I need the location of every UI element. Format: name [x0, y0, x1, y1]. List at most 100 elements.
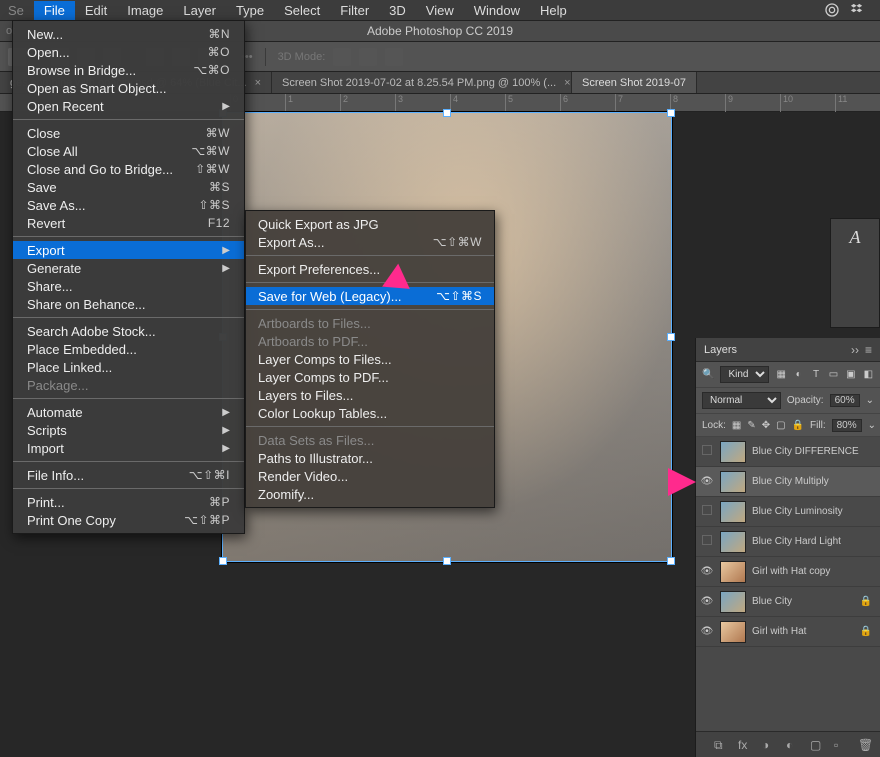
- menu-filter[interactable]: Filter: [330, 1, 379, 20]
- menu-layer[interactable]: Layer: [173, 1, 226, 20]
- layer-row[interactable]: Blue City Hard Light: [696, 527, 880, 557]
- opacity-value[interactable]: 60%: [830, 394, 860, 407]
- menu-item-new[interactable]: New...⌘N: [13, 25, 244, 43]
- layer-thumbnail[interactable]: [720, 561, 746, 583]
- doc-tab-2[interactable]: Screen Shot 2019-07: [572, 72, 697, 93]
- menu-item-print-one-copy[interactable]: Print One Copy⌥⇧⌘P: [13, 511, 244, 529]
- menu-item-open[interactable]: Open...⌘O: [13, 43, 244, 61]
- layer-visibility-icon[interactable]: 👁: [700, 566, 714, 577]
- chevron-down-icon[interactable]: ⌄: [868, 420, 876, 431]
- menu-select[interactable]: Select: [274, 1, 330, 20]
- menu-file[interactable]: File: [34, 1, 75, 20]
- layer-row[interactable]: Blue City Luminosity: [696, 497, 880, 527]
- menu-item-share[interactable]: Share...: [13, 277, 244, 295]
- menu-window[interactable]: Window: [464, 1, 530, 20]
- menu-item-scripts[interactable]: Scripts▶: [13, 421, 244, 439]
- layer-thumbnail[interactable]: [720, 531, 746, 553]
- filter-type-icon[interactable]: T: [810, 368, 821, 382]
- cc-cloud-icon[interactable]: [824, 2, 840, 18]
- transform-handle[interactable]: [443, 109, 451, 117]
- layer-visibility-icon[interactable]: [700, 535, 714, 548]
- layer-name[interactable]: Blue City Luminosity: [752, 506, 843, 517]
- layer-row[interactable]: 👁Girl with Hat🔒: [696, 617, 880, 647]
- menu-image[interactable]: Image: [117, 1, 173, 20]
- layer-name[interactable]: Blue City DIFFERENCE: [752, 446, 859, 457]
- menu-item-close-all[interactable]: Close All⌥⌘W: [13, 142, 244, 160]
- menu-item-place-embedded[interactable]: Place Embedded...: [13, 340, 244, 358]
- chevron-down-icon[interactable]: ⌄: [866, 395, 874, 406]
- transform-handle[interactable]: [219, 557, 227, 565]
- layer-group-icon[interactable]: ▢: [810, 738, 824, 752]
- submenu-item-layer-comps-to-files[interactable]: Layer Comps to Files...: [246, 350, 494, 368]
- layer-visibility-icon[interactable]: 👁: [700, 596, 714, 607]
- menu-item-save[interactable]: Save⌘S: [13, 178, 244, 196]
- menu-help[interactable]: Help: [530, 1, 577, 20]
- layer-visibility-icon[interactable]: 👁: [700, 476, 714, 487]
- filter-toggle-icon[interactable]: ◧: [863, 368, 874, 382]
- panel-menu-icon[interactable]: ≡: [865, 344, 872, 356]
- layer-name[interactable]: Blue City: [752, 596, 792, 607]
- layer-row[interactable]: Blue City DIFFERENCE: [696, 437, 880, 467]
- menu-item-save-as[interactable]: Save As...⇧⌘S: [13, 196, 244, 214]
- submenu-item-export-as[interactable]: Export As...⌥⇧⌘W: [246, 233, 494, 251]
- submenu-item-layers-to-files[interactable]: Layers to Files...: [246, 386, 494, 404]
- 3d-icon-3[interactable]: [385, 48, 403, 66]
- menu-item-open-as-smart-object[interactable]: Open as Smart Object...: [13, 79, 244, 97]
- transform-handle[interactable]: [667, 557, 675, 565]
- layer-mask-icon[interactable]: ◑: [762, 738, 776, 752]
- submenu-item-layer-comps-to-pdf[interactable]: Layer Comps to PDF...: [246, 368, 494, 386]
- layer-thumbnail[interactable]: [720, 471, 746, 493]
- delete-layer-icon[interactable]: 🗑: [858, 738, 872, 752]
- fill-value[interactable]: 80%: [832, 419, 862, 432]
- filter-pixel-icon[interactable]: ▦: [775, 368, 786, 382]
- layer-row[interactable]: 👁Girl with Hat copy: [696, 557, 880, 587]
- menu-3d[interactable]: 3D: [379, 1, 416, 20]
- menu-item-import[interactable]: Import▶: [13, 439, 244, 457]
- 3d-icon-2[interactable]: [359, 48, 377, 66]
- layer-name[interactable]: Blue City Multiply: [752, 476, 829, 487]
- menu-edit[interactable]: Edit: [75, 1, 117, 20]
- menu-item-export[interactable]: Export▶: [13, 241, 244, 259]
- lock-artboard-icon[interactable]: ▢: [776, 418, 785, 432]
- adjustment-layer-icon[interactable]: ◐: [786, 738, 800, 752]
- 3d-icon-1[interactable]: [333, 48, 351, 66]
- layer-name[interactable]: Girl with Hat: [752, 626, 806, 637]
- layer-visibility-icon[interactable]: [700, 505, 714, 518]
- menu-item-file-info[interactable]: File Info...⌥⇧⌘I: [13, 466, 244, 484]
- link-layers-icon[interactable]: ⧉: [714, 738, 728, 752]
- filter-shape-icon[interactable]: ▭: [828, 368, 839, 382]
- layer-thumbnail[interactable]: [720, 591, 746, 613]
- menu-item-open-recent[interactable]: Open Recent▶: [13, 97, 244, 115]
- layer-fx-icon[interactable]: fx: [738, 738, 752, 752]
- menu-item-revert[interactable]: RevertF12: [13, 214, 244, 232]
- dropbox-icon[interactable]: [850, 2, 866, 18]
- character-panel-tab[interactable]: A: [830, 218, 880, 328]
- menu-item-automate[interactable]: Automate▶: [13, 403, 244, 421]
- doc-tab-1[interactable]: Screen Shot 2019-07-02 at 8.25.54 PM.png…: [272, 72, 572, 93]
- filter-kind-select[interactable]: Kind: [720, 366, 769, 383]
- submenu-item-quick-export-as-jpg[interactable]: Quick Export as JPG: [246, 215, 494, 233]
- menu-item-place-linked[interactable]: Place Linked...: [13, 358, 244, 376]
- layer-thumbnail[interactable]: [720, 501, 746, 523]
- menu-type[interactable]: Type: [226, 1, 274, 20]
- menu-item-close[interactable]: Close⌘W: [13, 124, 244, 142]
- menu-item-generate[interactable]: Generate▶: [13, 259, 244, 277]
- menu-view[interactable]: View: [416, 1, 464, 20]
- lock-move-icon[interactable]: ✥: [762, 418, 770, 432]
- close-icon[interactable]: ×: [255, 77, 261, 89]
- layers-tab[interactable]: Layers: [704, 344, 737, 356]
- menu-item-search-adobe-stock[interactable]: Search Adobe Stock...: [13, 322, 244, 340]
- new-layer-icon[interactable]: ▫: [834, 738, 848, 752]
- layer-name[interactable]: Blue City Hard Light: [752, 536, 841, 547]
- blend-mode-select[interactable]: Normal: [702, 392, 781, 409]
- lock-transparent-icon[interactable]: ▦: [732, 418, 741, 432]
- layer-row[interactable]: 👁Blue City🔒: [696, 587, 880, 617]
- submenu-item-paths-to-illustrator[interactable]: Paths to Illustrator...: [246, 449, 494, 467]
- lock-brush-icon[interactable]: ✎: [747, 418, 755, 432]
- menu-item-close-and-go-to-bridge[interactable]: Close and Go to Bridge...⇧⌘W: [13, 160, 244, 178]
- lock-all-icon[interactable]: 🔒: [792, 418, 804, 432]
- submenu-item-export-preferences[interactable]: Export Preferences...: [246, 260, 494, 278]
- layer-row[interactable]: 👁 Blue City Multiply: [696, 467, 880, 497]
- layer-visibility-icon[interactable]: 👁: [700, 626, 714, 637]
- filter-adjust-icon[interactable]: ◐: [793, 368, 804, 382]
